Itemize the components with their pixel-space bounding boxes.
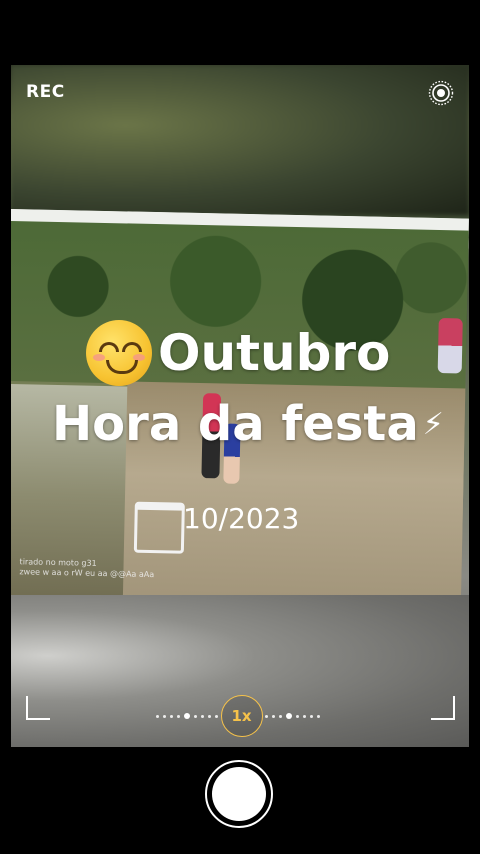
shutter-button[interactable] <box>205 760 273 828</box>
overlay-date-text: 10/2023 <box>183 502 300 535</box>
zoom-scale-left[interactable] <box>156 713 218 719</box>
overlay-title-line1: Outubro <box>86 318 390 388</box>
rec-label[interactable]: REC <box>26 82 65 102</box>
zoom-control[interactable]: 1x <box>156 695 320 737</box>
frame-corner-bottom-right <box>431 696 455 720</box>
frame-corner-bottom-left <box>26 696 50 720</box>
overlay-party-text: Hora da festa <box>52 396 419 452</box>
smiling-face-emoji-icon <box>86 320 152 386</box>
overlay-title-line2: Hora da festa ⚡ <box>52 396 444 452</box>
zoom-scale-right[interactable] <box>265 713 320 719</box>
overlay-month-text: Outubro <box>158 324 391 382</box>
blurred-preview-top <box>11 65 469 215</box>
photo-chair <box>133 501 185 554</box>
live-photo-icon[interactable] <box>428 80 454 106</box>
photo-watermark: tirado no moto g31 zwee w aa o rW eu aa … <box>19 557 154 580</box>
lightning-icon: ⚡ <box>422 406 444 442</box>
shutter-button-inner[interactable] <box>212 767 266 821</box>
zoom-1x-button[interactable]: 1x <box>220 695 263 737</box>
photo-person-right <box>437 317 463 374</box>
